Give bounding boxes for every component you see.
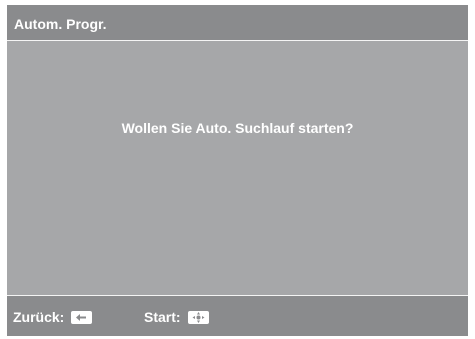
arrow-left-key-icon xyxy=(71,310,93,324)
dpad-center-key-icon xyxy=(187,310,209,324)
osd-panel: Autom. Progr. Wollen Sie Auto. Suchlauf … xyxy=(7,5,468,336)
back-label: Zurück: xyxy=(13,309,65,325)
start-hint[interactable]: Start: xyxy=(144,309,209,325)
footer-bar: Zurück: Start: xyxy=(7,295,468,336)
dialog-content: Wollen Sie Auto. Suchlauf starten? xyxy=(7,41,468,295)
confirm-question: Wollen Sie Auto. Suchlauf starten? xyxy=(121,120,354,136)
start-label: Start: xyxy=(144,309,181,325)
page-title: Autom. Progr. xyxy=(14,16,107,32)
back-hint[interactable]: Zurück: xyxy=(13,309,93,325)
title-bar: Autom. Progr. xyxy=(7,5,468,41)
